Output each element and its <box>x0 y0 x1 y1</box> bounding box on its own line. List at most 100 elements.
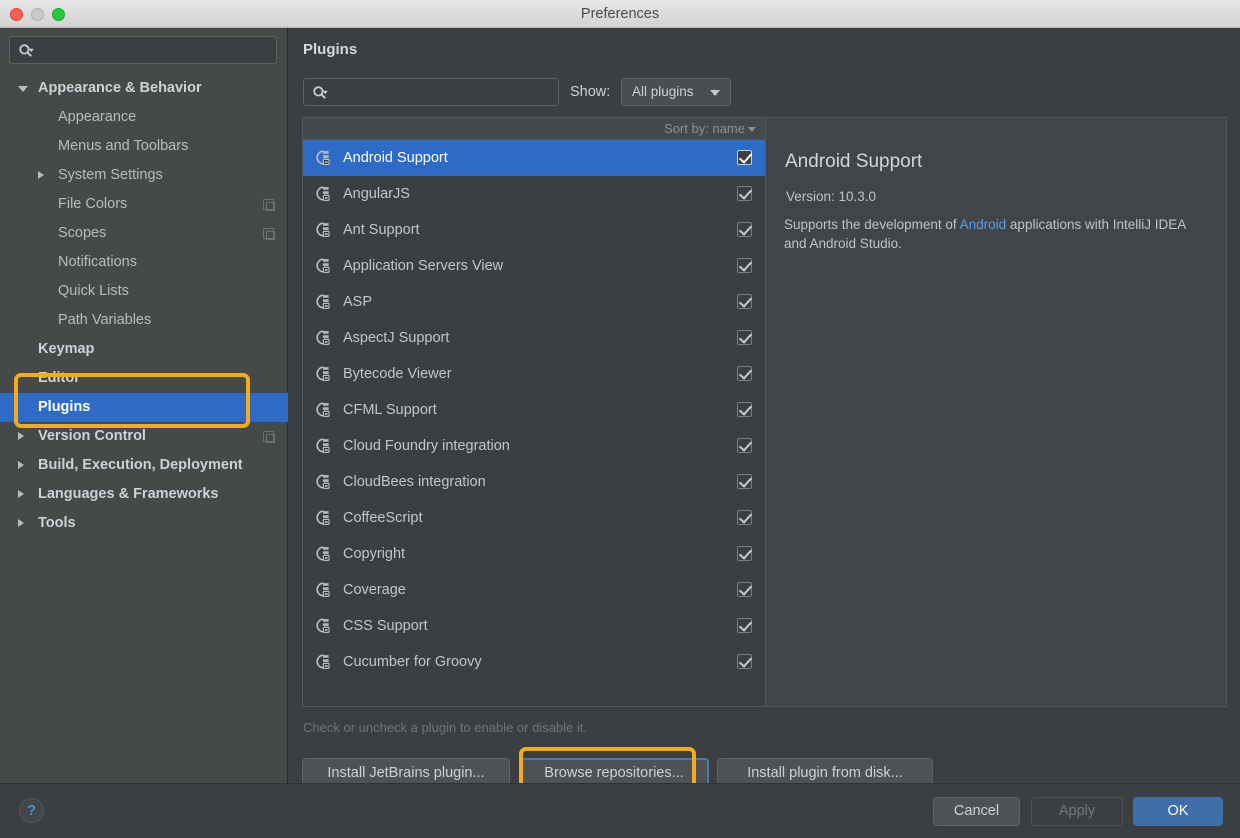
plugin-name: Copyright <box>343 546 405 562</box>
plugin-name: Cloud Foundry integration <box>343 438 510 454</box>
copy-settings-icon[interactable] <box>263 199 274 210</box>
sidebar-item-label: Tools <box>38 509 76 538</box>
plugin-enabled-checkbox[interactable] <box>737 186 752 201</box>
plugin-list-item[interactable]: Coverage <box>303 572 765 608</box>
android-link[interactable]: Android <box>960 217 1007 232</box>
plugin-icon <box>314 545 332 563</box>
plugin-search-input[interactable] <box>303 78 559 106</box>
plugin-enabled-checkbox[interactable] <box>737 150 752 165</box>
plugin-enabled-checkbox[interactable] <box>737 546 752 561</box>
plugin-icon <box>314 617 332 635</box>
apply-button[interactable]: Apply <box>1031 797 1123 826</box>
plugin-detail-description: Supports the development of Android appl… <box>784 215 1194 253</box>
plugin-enabled-checkbox[interactable] <box>737 654 752 669</box>
plugin-name: Android Support <box>343 150 448 166</box>
chevron-down-icon[interactable] <box>18 86 28 92</box>
sidebar-item-label: Scopes <box>58 219 106 248</box>
window-titlebar: Preferences <box>0 0 1240 28</box>
plugin-list-item[interactable]: Application Servers View <box>303 248 765 284</box>
plugin-icon <box>314 509 332 527</box>
sidebar-item-path-variables[interactable]: Path Variables <box>0 306 288 335</box>
chevron-right-icon[interactable] <box>18 432 24 440</box>
plugin-list-item[interactable]: Cloud Foundry integration <box>303 428 765 464</box>
settings-tree: Appearance & BehaviorAppearanceMenus and… <box>0 74 288 538</box>
preferences-window: Preferences Appearance & BehaviorAppeara… <box>0 0 1240 838</box>
plugin-list-item[interactable]: ASP <box>303 284 765 320</box>
copy-settings-icon[interactable] <box>263 431 274 442</box>
plugin-list-item[interactable]: CloudBees integration <box>303 464 765 500</box>
plugin-list-container: Sort by: name Android SupportAngularJSAn… <box>302 117 766 707</box>
plugin-name: Ant Support <box>343 222 420 238</box>
sidebar-item-system-settings[interactable]: System Settings <box>0 161 288 190</box>
sidebar-search-field[interactable] <box>9 36 277 64</box>
plugin-list-item[interactable]: Ant Support <box>303 212 765 248</box>
sidebar-item-languages-frameworks[interactable]: Languages & Frameworks <box>0 480 288 509</box>
plugin-icon <box>314 185 332 203</box>
sidebar-item-notifications[interactable]: Notifications <box>0 248 288 277</box>
show-filter-value: All plugins <box>632 84 694 99</box>
plugin-enabled-checkbox[interactable] <box>737 438 752 453</box>
plugin-enabled-checkbox[interactable] <box>737 618 752 633</box>
plugin-icon <box>314 653 332 671</box>
cancel-button[interactable]: Cancel <box>933 797 1020 826</box>
copy-settings-icon[interactable] <box>263 228 274 239</box>
plugin-enabled-checkbox[interactable] <box>737 258 752 273</box>
sidebar-item-quick-lists[interactable]: Quick Lists <box>0 277 288 306</box>
sidebar-item-tools[interactable]: Tools <box>0 509 288 538</box>
show-filter-label: Show: <box>570 84 610 100</box>
plugin-name: Application Servers View <box>343 258 503 274</box>
plugin-enabled-checkbox[interactable] <box>737 402 752 417</box>
plugin-enabled-checkbox[interactable] <box>737 474 752 489</box>
help-button[interactable]: ? <box>19 798 44 823</box>
plugin-list: Android Support AngularJS Ant Support Appli… <box>303 140 765 680</box>
plugin-enabled-checkbox[interactable] <box>737 366 752 381</box>
sidebar-item-plugins[interactable]: Plugins <box>0 393 288 422</box>
sidebar-item-scopes[interactable]: Scopes <box>0 219 288 248</box>
plugin-list-item[interactable]: Android Support <box>303 140 765 176</box>
plugin-icon <box>314 581 332 599</box>
chevron-right-icon[interactable] <box>38 171 44 179</box>
chevron-right-icon[interactable] <box>18 461 24 469</box>
plugin-name: CloudBees integration <box>343 474 486 490</box>
plugin-list-item[interactable]: Copyright <box>303 536 765 572</box>
sort-by-control[interactable]: Sort by: name <box>664 121 745 136</box>
chevron-right-icon[interactable] <box>18 519 24 527</box>
sidebar-item-file-colors[interactable]: File Colors <box>0 190 288 219</box>
sidebar-item-version-control[interactable]: Version Control <box>0 422 288 451</box>
plugin-enabled-checkbox[interactable] <box>737 582 752 597</box>
plugin-enabled-checkbox[interactable] <box>737 510 752 525</box>
sidebar-item-build-execution-deployment[interactable]: Build, Execution, Deployment <box>0 451 288 480</box>
chevron-down-icon <box>710 90 720 96</box>
plugin-list-item[interactable]: AngularJS <box>303 176 765 212</box>
sidebar-item-menus-and-toolbars[interactable]: Menus and Toolbars <box>0 132 288 161</box>
sidebar-item-label: Notifications <box>58 248 137 277</box>
sidebar-item-keymap[interactable]: Keymap <box>0 335 288 364</box>
plugin-enabled-checkbox[interactable] <box>737 294 752 309</box>
plugin-list-item[interactable]: CFML Support <box>303 392 765 428</box>
plugin-icon <box>314 401 332 419</box>
sidebar-item-editor[interactable]: Editor <box>0 364 288 393</box>
sidebar-item-appearance-behavior[interactable]: Appearance & Behavior <box>0 74 288 103</box>
plugin-enabled-checkbox[interactable] <box>737 330 752 345</box>
plugin-enabled-checkbox[interactable] <box>737 222 752 237</box>
plugin-icon <box>314 473 332 491</box>
plugin-list-item[interactable]: Bytecode Viewer <box>303 356 765 392</box>
plugin-icon <box>314 221 332 239</box>
plugin-list-item[interactable]: Cucumber for Groovy <box>303 644 765 680</box>
sidebar-item-label: Appearance & Behavior <box>38 74 202 103</box>
chevron-right-icon[interactable] <box>18 490 24 498</box>
sidebar-item-appearance[interactable]: Appearance <box>0 103 288 132</box>
plugin-list-item[interactable]: CSS Support <box>303 608 765 644</box>
sidebar-item-label: Plugins <box>38 393 90 422</box>
sidebar-item-label: Menus and Toolbars <box>58 132 188 161</box>
plugin-detail-panel: Android Support Version: 10.3.0 Supports… <box>766 117 1227 707</box>
show-filter-dropdown[interactable]: All plugins <box>621 78 731 106</box>
plugin-icon <box>314 149 332 167</box>
plugin-hint-text: Check or uncheck a plugin to enable or d… <box>303 720 587 735</box>
ok-button[interactable]: OK <box>1133 797 1223 826</box>
plugin-list-item[interactable]: CoffeeScript <box>303 500 765 536</box>
plugin-list-header: Sort by: name <box>303 118 765 140</box>
plugin-list-item[interactable]: AspectJ Support <box>303 320 765 356</box>
plugin-name: Cucumber for Groovy <box>343 654 482 670</box>
plugin-name: AspectJ Support <box>343 330 449 346</box>
